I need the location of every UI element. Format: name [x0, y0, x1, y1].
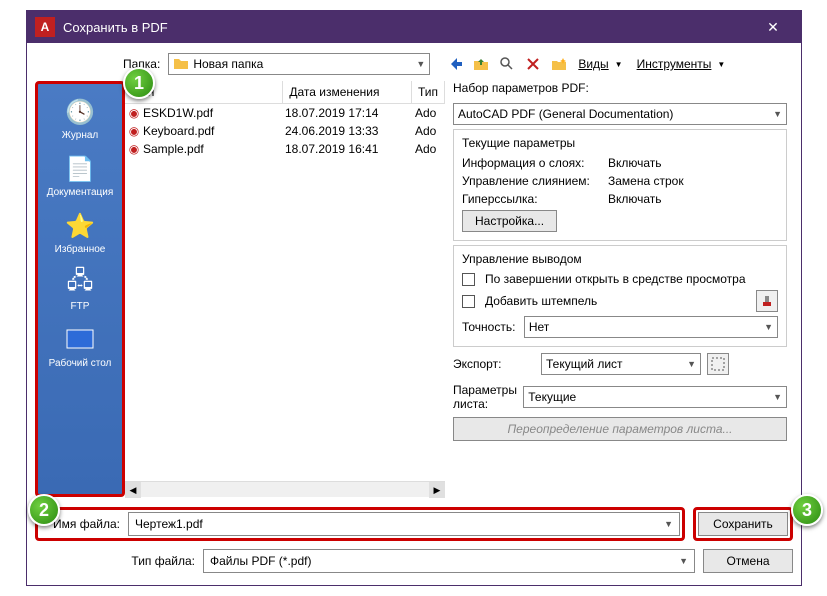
- scroll-right-icon[interactable]: ▶: [429, 482, 445, 498]
- new-folder-button[interactable]: [548, 53, 570, 75]
- up-folder-icon: [473, 56, 489, 72]
- chevron-down-icon: ▼: [687, 359, 696, 369]
- pdf-icon: ◉: [125, 106, 143, 120]
- stamp-icon: [760, 294, 774, 308]
- output-control-group: Управление выводом По завершении открыть…: [453, 245, 787, 347]
- open-after-checkbox[interactable]: [462, 273, 475, 286]
- chevron-down-icon: ▼: [764, 322, 773, 332]
- filetype-label: Тип файла:: [115, 554, 195, 568]
- precision-dropdown[interactable]: Нет▼: [524, 316, 778, 338]
- callout-2: 2: [28, 494, 60, 526]
- filetype-dropdown[interactable]: Файлы PDF (*.pdf) ▼: [203, 549, 695, 573]
- scroll-left-icon[interactable]: ◀: [125, 482, 141, 498]
- sheet-override-button[interactable]: Переопределение параметров листа...: [453, 417, 787, 441]
- search-button[interactable]: [496, 53, 518, 75]
- current-params-group: Текущие параметры Информация о слоях:Вкл…: [453, 129, 787, 241]
- close-button[interactable]: ✕: [753, 11, 793, 43]
- header-date[interactable]: Дата изменения: [283, 81, 412, 103]
- file-list: Имя Дата изменения Тип ◉ ESKD1W.pdf 18.0…: [125, 81, 445, 497]
- star-folder-icon: ⭐: [64, 210, 96, 242]
- sidebar-item-ftp[interactable]: 🖧 FTP: [38, 263, 122, 316]
- chevron-down-icon: ▼: [679, 556, 688, 566]
- sidebar-item-favorites[interactable]: ⭐ Избранное: [38, 206, 122, 259]
- pdf-options-panel: Набор параметров PDF: AutoCAD PDF (Gener…: [445, 81, 793, 497]
- views-menu[interactable]: Виды: [574, 57, 612, 71]
- back-button[interactable]: [444, 53, 466, 75]
- export-dropdown[interactable]: Текущий лист▼: [541, 353, 701, 375]
- delete-button[interactable]: [522, 53, 544, 75]
- delete-icon: [525, 56, 541, 72]
- chevron-down-icon: ▼: [773, 392, 782, 402]
- sidebar-item-desktop[interactable]: Рабочий стол: [38, 320, 122, 373]
- sheet-params-dropdown[interactable]: Текущие▼: [523, 386, 787, 408]
- pdf-icon: ◉: [125, 142, 143, 156]
- pdf-icon: ◉: [125, 124, 143, 138]
- clock-icon: 🕓: [64, 96, 96, 128]
- header-type[interactable]: Тип: [412, 81, 445, 103]
- folder-value: Новая папка: [193, 57, 263, 71]
- window-title: Сохранить в PDF: [63, 20, 753, 35]
- chevron-down-icon: ▼: [717, 60, 725, 69]
- settings-button[interactable]: Настройка...: [462, 210, 557, 232]
- app-icon: A: [35, 17, 55, 37]
- file-headers: Имя Дата изменения Тип: [125, 81, 445, 104]
- up-folder-button[interactable]: [470, 53, 492, 75]
- chevron-down-icon: ▼: [416, 59, 425, 69]
- stamp-settings-button[interactable]: [756, 290, 778, 312]
- search-icon: [499, 56, 515, 72]
- sidebar-item-documentation[interactable]: 📄 Документация: [38, 149, 122, 202]
- cancel-button[interactable]: Отмена: [703, 549, 793, 573]
- chevron-down-icon: ▼: [773, 109, 782, 119]
- new-folder-icon: [551, 56, 567, 72]
- chevron-down-icon: ▼: [664, 519, 673, 529]
- window-select-icon: [711, 357, 725, 371]
- sidebar-item-journal[interactable]: 🕓 Журнал: [38, 92, 122, 145]
- folder-icon: [173, 56, 189, 72]
- tools-menu[interactable]: Инструменты: [633, 57, 716, 71]
- stamp-checkbox[interactable]: [462, 295, 475, 308]
- chevron-down-icon: ▼: [615, 60, 623, 69]
- desktop-icon: [64, 324, 96, 356]
- preset-dropdown[interactable]: AutoCAD PDF (General Documentation) ▼: [453, 103, 787, 125]
- callout-1: 1: [123, 67, 155, 99]
- file-row[interactable]: ◉ Sample.pdf 18.07.2019 16:41 Ado: [125, 140, 445, 158]
- file-row[interactable]: ◉ ESKD1W.pdf 18.07.2019 17:14 Ado: [125, 104, 445, 122]
- back-arrow-icon: [447, 56, 463, 72]
- preset-label: Набор параметров PDF:: [453, 81, 787, 95]
- callout-3: 3: [791, 494, 823, 526]
- horizontal-scrollbar[interactable]: ◀ ▶: [125, 481, 445, 497]
- document-icon: 📄: [64, 153, 96, 185]
- export-window-button[interactable]: [707, 353, 729, 375]
- places-sidebar: 🕓 Журнал 📄 Документация ⭐ Избранное 🖧 FT…: [35, 81, 125, 497]
- file-row[interactable]: ◉ Keyboard.pdf 24.06.2019 13:33 Ado: [125, 122, 445, 140]
- titlebar: A Сохранить в PDF ✕: [27, 11, 801, 43]
- ftp-icon: 🖧: [64, 267, 96, 299]
- save-button[interactable]: Сохранить: [698, 512, 788, 536]
- filename-input[interactable]: Чертеж1.pdf ▼: [128, 512, 680, 536]
- folder-dropdown[interactable]: Новая папка ▼: [168, 53, 430, 75]
